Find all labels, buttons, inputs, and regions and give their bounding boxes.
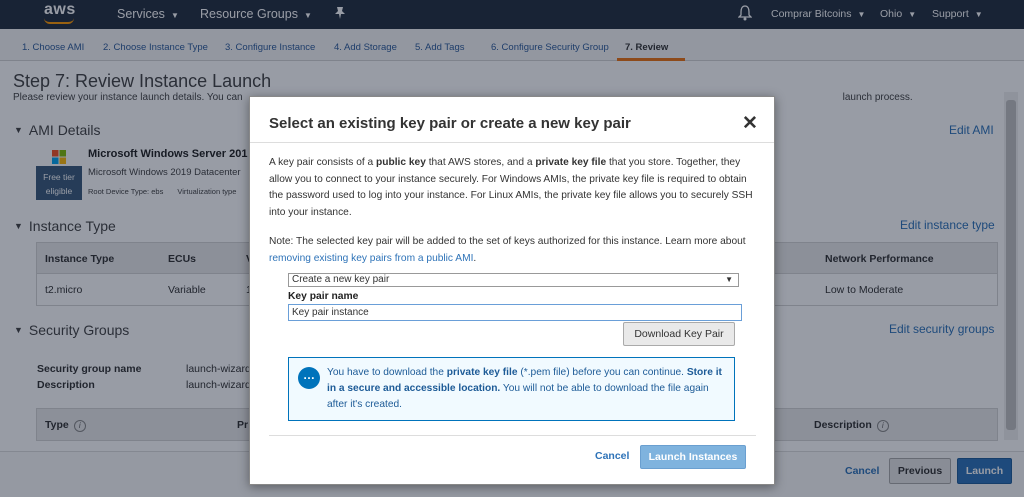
dropdown-arrow-icon: ▼ xyxy=(725,275,733,284)
info-bold-private-key: private key file xyxy=(446,367,518,378)
info-text-2: (*.pem file) before you can continue. xyxy=(517,367,687,378)
para-text-1: A key pair consists of a xyxy=(269,157,377,168)
note-text-2: . xyxy=(473,252,477,264)
modal-footer-divider xyxy=(269,435,756,436)
close-icon[interactable]: ✕ xyxy=(742,112,758,135)
key-pair-modal: Select an existing key pair or create a … xyxy=(249,96,775,485)
removing-key-pairs-link[interactable]: removing existing key pairs from a publi… xyxy=(269,253,473,264)
info-text-1: You have to download the xyxy=(327,367,447,378)
info-alert-text: You have to download the private key fil… xyxy=(327,365,727,413)
para-text-2: that AWS stores, and a xyxy=(425,157,536,168)
launch-instances-button[interactable]: Launch Instances xyxy=(640,445,746,469)
download-info-alert: … You have to download the private key f… xyxy=(288,357,735,421)
para-bold-public-key: public key xyxy=(376,157,426,168)
download-key-pair-button[interactable]: Download Key Pair xyxy=(623,322,735,346)
key-pair-option-select[interactable]: Create a new key pair ▼ xyxy=(288,273,739,287)
key-pair-name-label: Key pair name xyxy=(288,291,359,302)
speech-bubble-icon: … xyxy=(298,367,320,389)
modal-title: Select an existing key pair or create a … xyxy=(269,115,631,132)
modal-divider xyxy=(250,142,774,143)
para-bold-private-key: private key file xyxy=(535,157,607,168)
key-pair-name-input[interactable] xyxy=(288,304,742,321)
key-pair-explanation: A key pair consists of a public key that… xyxy=(269,155,761,221)
modal-cancel-button[interactable]: Cancel xyxy=(595,450,629,462)
note-text-1: Note: The selected key pair will be adde… xyxy=(269,236,746,247)
key-pair-note: Note: The selected key pair will be adde… xyxy=(269,234,761,267)
select-value: Create a new key pair xyxy=(292,274,390,285)
